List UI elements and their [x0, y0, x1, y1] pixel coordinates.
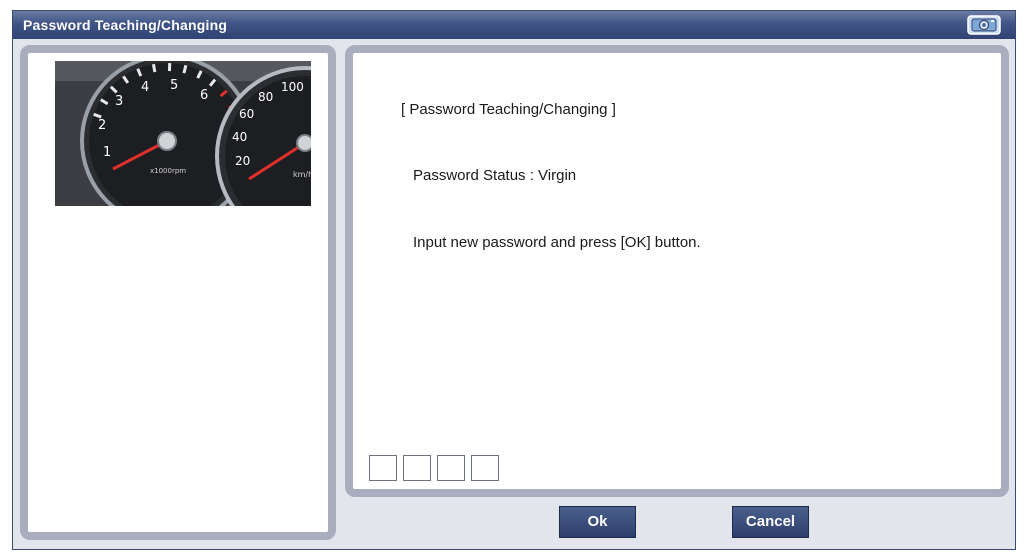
title-bar: Password Teaching/Changing: [13, 11, 1015, 39]
speed-label-60: 60: [239, 107, 254, 121]
speed-label-100: 100: [281, 80, 304, 94]
password-digit-box[interactable]: [369, 455, 397, 481]
speed-label-40: 40: [232, 130, 247, 144]
speed-label-80: 80: [258, 90, 273, 104]
window-title: Password Teaching/Changing: [23, 17, 228, 33]
password-input[interactable]: [369, 455, 505, 483]
tach-label-1: 1: [103, 145, 111, 160]
ok-button[interactable]: Ok: [559, 506, 636, 538]
camera-icon[interactable]: [967, 15, 1001, 35]
tach-label-6: 6: [200, 88, 208, 103]
instruction-text: Input new password and press [OK] button…: [413, 234, 701, 251]
password-status-text: Password Status : Virgin: [413, 167, 577, 184]
password-digit-box[interactable]: [471, 455, 499, 481]
tach-unit: x1000rpm: [150, 167, 186, 175]
cancel-button[interactable]: Cancel: [732, 506, 809, 538]
tach-tick: [151, 63, 157, 73]
image-panel: 1 2 3 4 5 6 x1000rpm 20 40 60 80 100 km/…: [20, 45, 336, 540]
message-panel: [ Password Teaching/Changing ] Password …: [345, 45, 1009, 497]
instrument-cluster-image: 1 2 3 4 5 6 x1000rpm 20 40 60 80 100 km/…: [55, 61, 311, 206]
password-dialog: Password Teaching/Changing 1 2 3 4 5 6 x…: [12, 10, 1016, 550]
tach-tick: [182, 64, 188, 74]
speed-label-20: 20: [235, 154, 250, 168]
tach-label-4: 4: [141, 80, 149, 95]
speed-unit: km/h: [293, 170, 311, 179]
message-heading: [ Password Teaching/Changing ]: [401, 101, 616, 118]
tach-label-3: 3: [115, 94, 123, 109]
password-digit-box[interactable]: [437, 455, 465, 481]
tach-label-5: 5: [170, 78, 178, 93]
tach-label-2: 2: [98, 118, 106, 133]
password-digit-box[interactable]: [403, 455, 431, 481]
